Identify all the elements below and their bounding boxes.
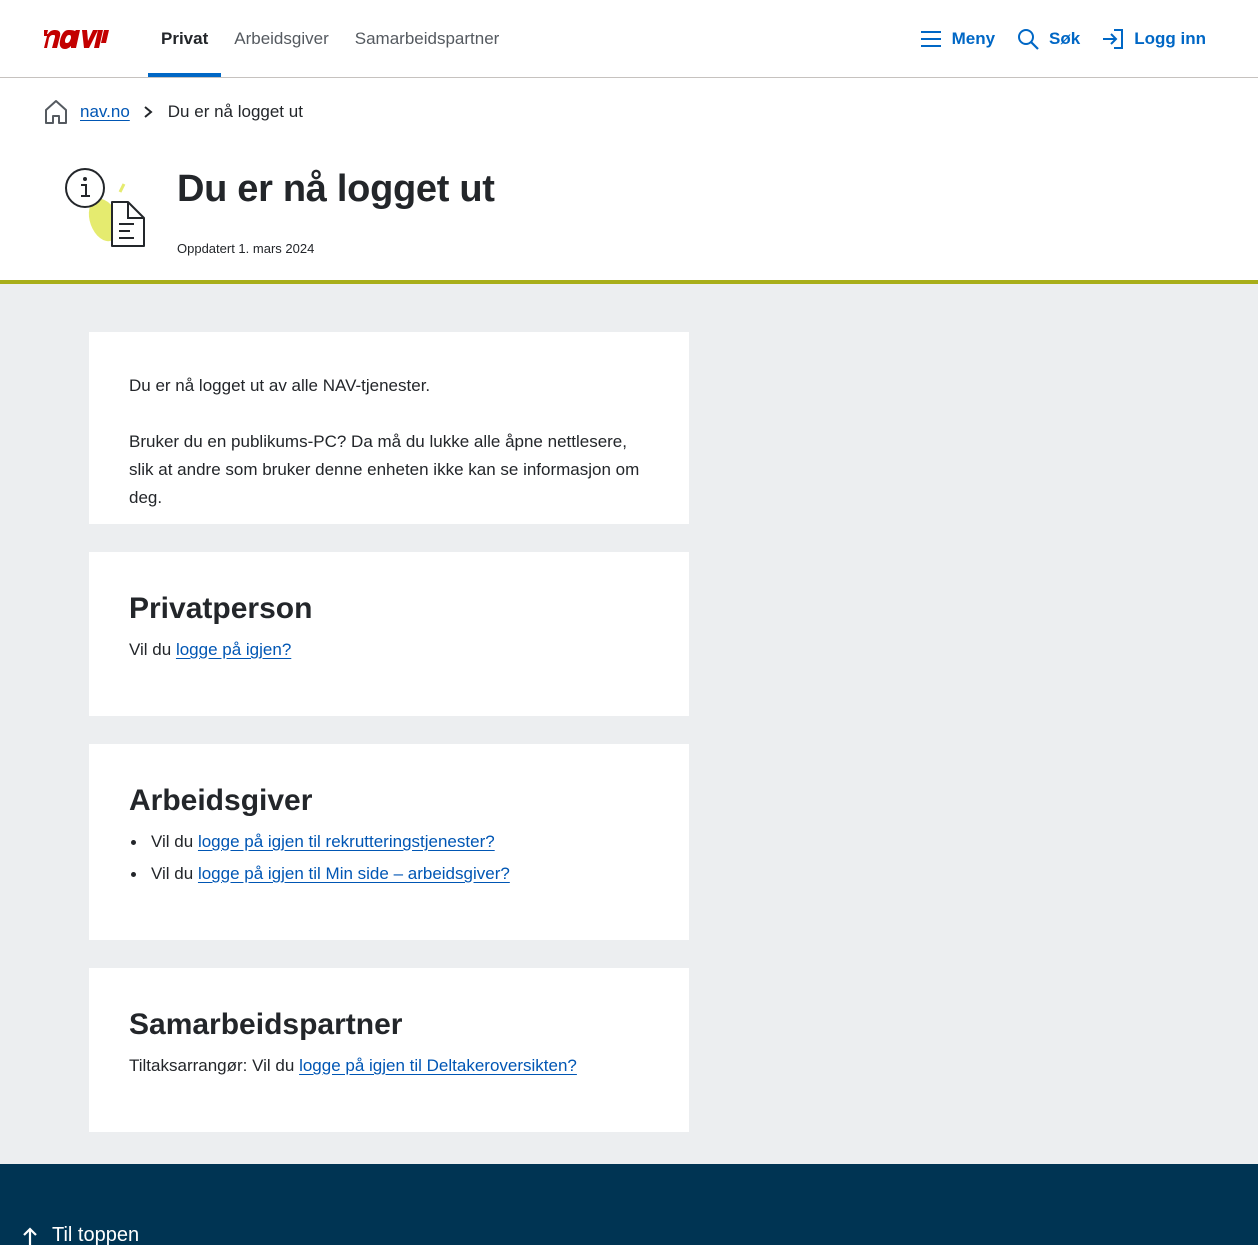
min-side-arbeidsgiver-login-link[interactable]: logge på igjen til Min side – arbeidsgiv…: [198, 864, 510, 883]
info-document-icon: [65, 168, 145, 247]
samarbeidspartner-text: Tiltaksarrangør: Vil du logge på igjen t…: [129, 1052, 649, 1080]
privatperson-card: Privatperson Vil du logge på igjen?: [89, 552, 689, 716]
page-title: Du er nå logget ut: [177, 168, 495, 210]
tab-samarbeidspartner[interactable]: Samarbeidspartner: [342, 0, 513, 77]
header-tools: Meny Søk Logg inn: [920, 0, 1206, 77]
intro-card: Du er nå logget ut av alle NAV-tjenester…: [89, 332, 689, 524]
nav-logo[interactable]: [44, 27, 110, 49]
login-label: Logg inn: [1134, 28, 1206, 48]
arbeidsgiver-heading: Arbeidsgiver: [129, 784, 313, 817]
search-label: Søk: [1049, 28, 1081, 48]
intro-paragraph-1: Du er nå logget ut av alle NAV-tjenester…: [129, 376, 431, 395]
privatperson-heading: Privatperson: [129, 592, 313, 625]
arrow-up-icon: [23, 1226, 37, 1245]
search-icon: [1018, 28, 1039, 50]
samarbeidspartner-heading: Samarbeidspartner: [129, 1008, 403, 1041]
updated-date: Oppdatert 1. mars 2024: [177, 241, 315, 256]
privatperson-login-link[interactable]: logge på igjen?: [176, 640, 291, 659]
site-header: Privat Arbeidsgiver Samarbeidspartner Me…: [0, 0, 1258, 78]
samarbeidspartner-card: Samarbeidspartner Tiltaksarrangør: Vil d…: [89, 968, 689, 1132]
deltakeroversikten-login-link[interactable]: logge på igjen til Deltakeroversikten?: [299, 1056, 577, 1075]
privatperson-text: Vil du logge på igjen?: [129, 636, 649, 664]
main-content: Du er nå logget ut av alle NAV-tjenester…: [0, 284, 1258, 1164]
arbeidsgiver-item-prefix: Vil du: [151, 832, 198, 851]
samarbeidspartner-prefix: Tiltaksarrangør: Vil du: [129, 1056, 300, 1075]
arbeidsgiver-item-prefix: Vil du: [151, 864, 198, 883]
main-nav: Privat Arbeidsgiver Samarbeidspartner: [148, 0, 512, 77]
login-button[interactable]: Logg inn: [1102, 28, 1206, 50]
rekruttering-login-link[interactable]: logge på igjen til rekrutteringstjeneste…: [198, 832, 495, 851]
tab-privat[interactable]: Privat: [148, 0, 222, 77]
list-item: Vil du logge på igjen til Min side – arb…: [129, 858, 649, 890]
menu-button[interactable]: Meny: [920, 29, 995, 49]
page-header: Du er nå logget ut Oppdatert 1. mars 202…: [0, 140, 1258, 284]
breadcrumb: nav.no Du er nå logget ut: [44, 99, 303, 125]
chevron-right-icon: [144, 106, 153, 118]
menu-label: Meny: [951, 28, 996, 48]
arbeidsgiver-list: Vil du logge på igjen til rekrutteringst…: [129, 826, 649, 890]
privatperson-prefix: Vil du: [129, 640, 176, 659]
arbeidsgiver-card: Arbeidsgiver Vil du logge på igjen til r…: [89, 744, 689, 940]
home-icon: [45, 100, 67, 124]
breadcrumb-current: Du er nå logget ut: [167, 102, 303, 121]
site-footer: Til toppen: [0, 1164, 1258, 1245]
tab-arbeidsgiver[interactable]: Arbeidsgiver: [221, 0, 342, 77]
to-top-link[interactable]: Til toppen: [22, 1224, 139, 1245]
list-item: Vil du logge på igjen til rekrutteringst…: [129, 826, 649, 858]
breadcrumb-home-link[interactable]: nav.no: [80, 102, 130, 122]
to-top-label: Til toppen: [52, 1224, 140, 1245]
intro-paragraph-2: Bruker du en publikums-PC? Da må du lukk…: [129, 432, 640, 507]
search-button[interactable]: Søk: [1017, 28, 1080, 50]
hamburger-icon: [920, 30, 941, 47]
login-icon: [1103, 28, 1124, 49]
